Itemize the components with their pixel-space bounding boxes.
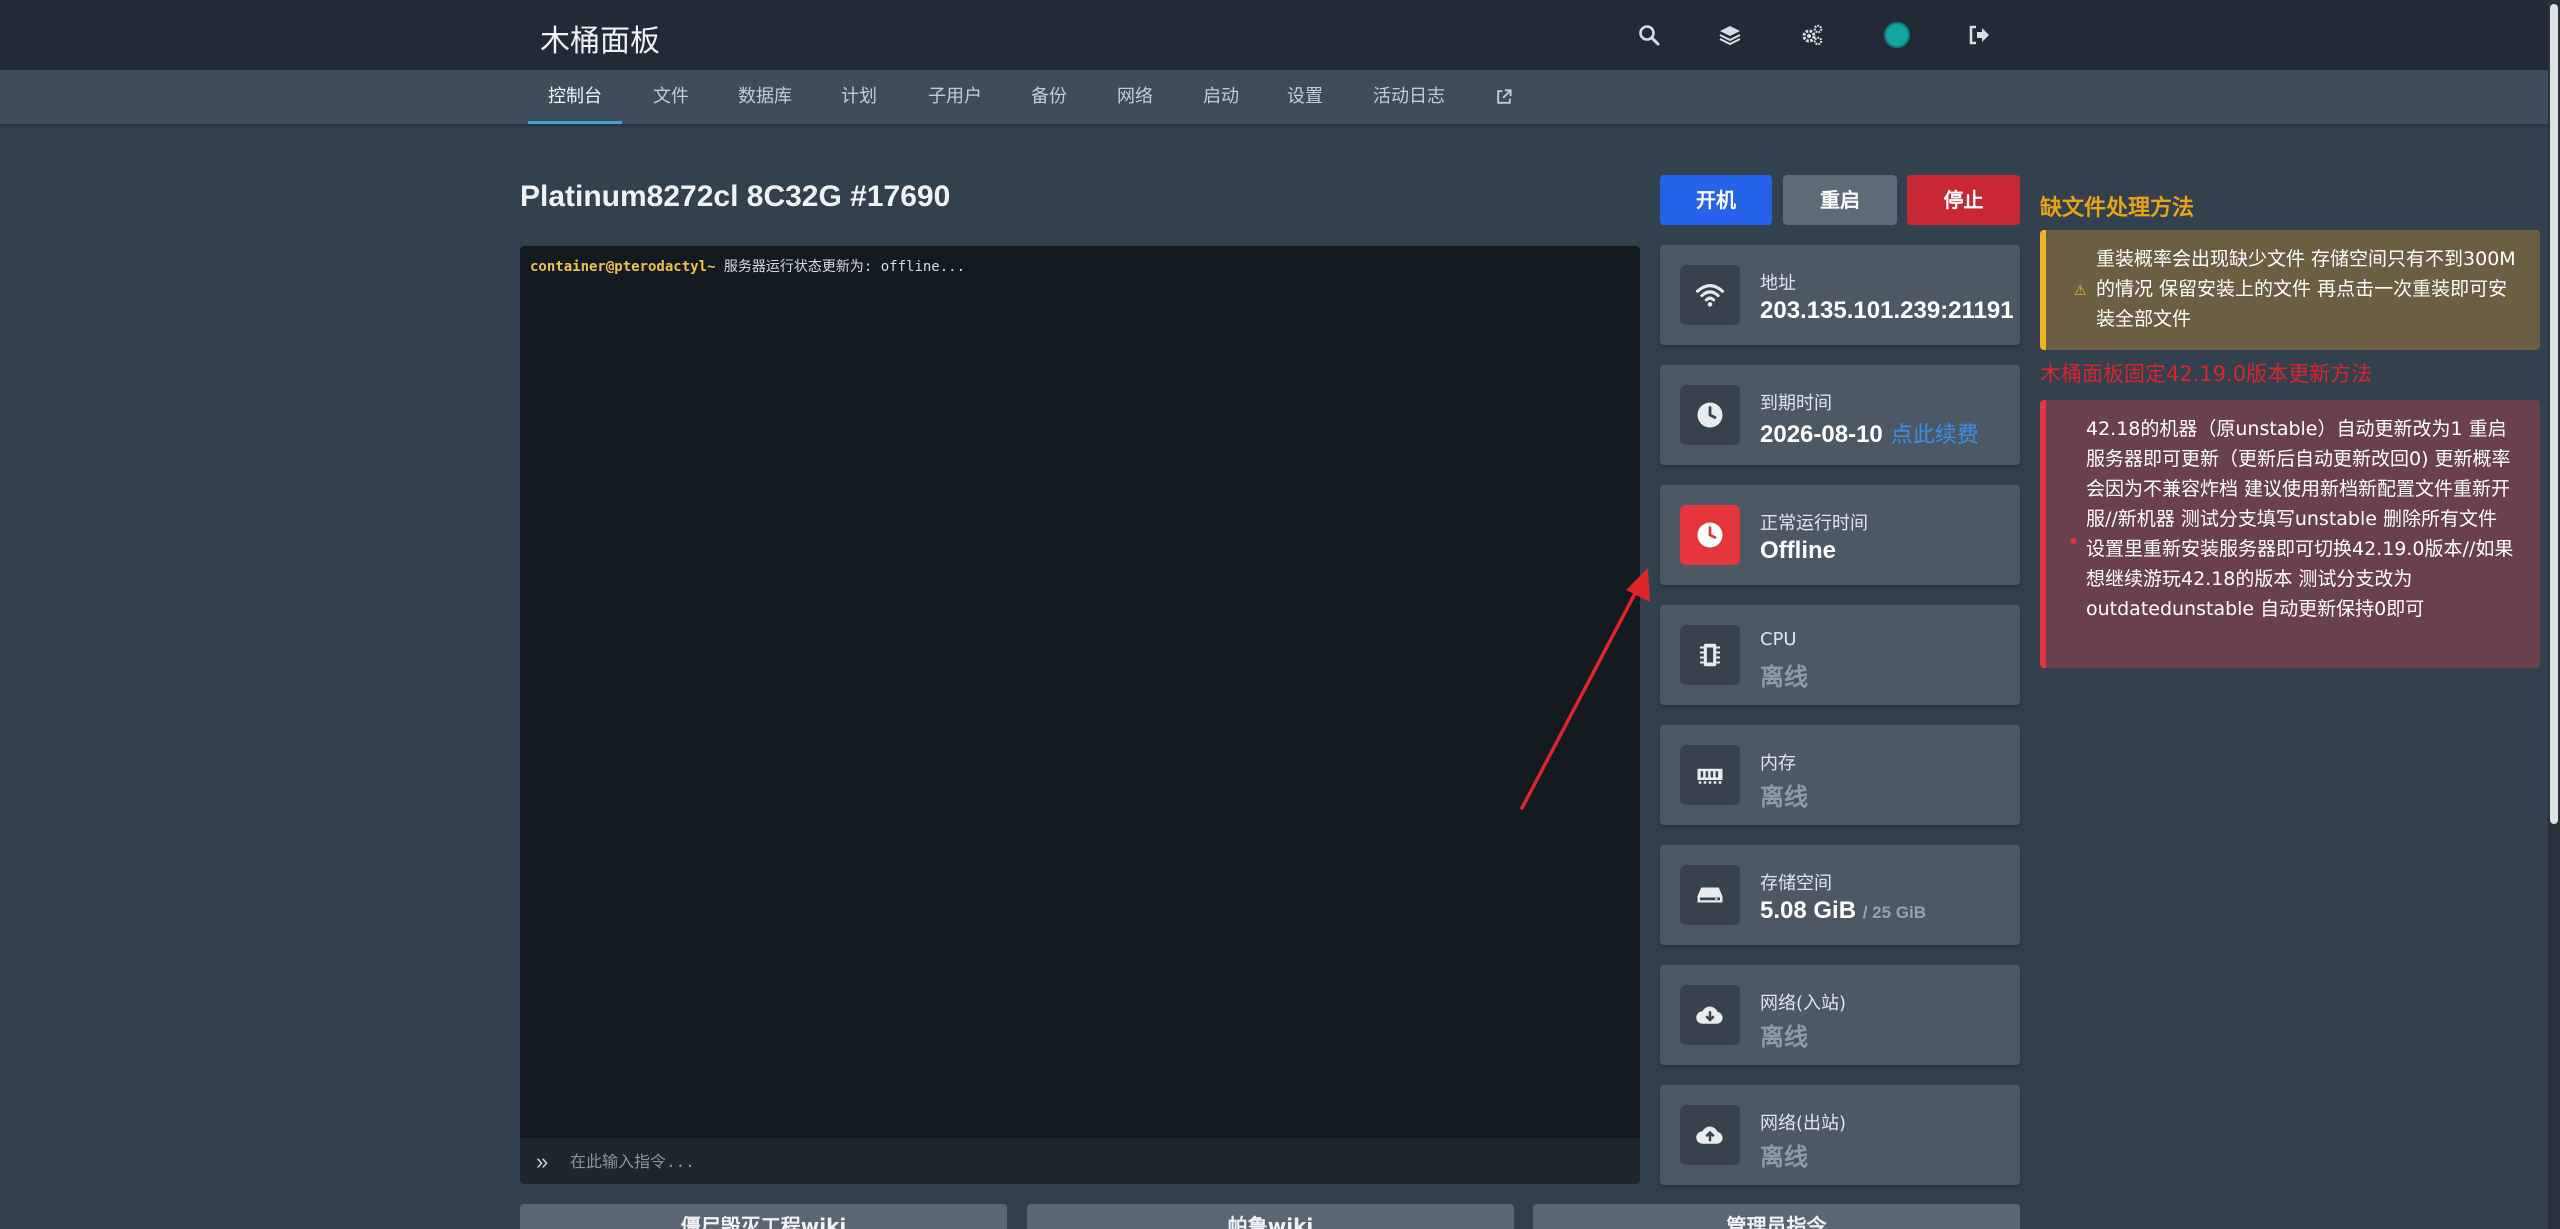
top-bar: 木桶面板 [0, 0, 2548, 70]
expiry-value-row: 2026-08-10 点此续费 [1760, 417, 1979, 449]
disk-value-row: 5.08 GiB / 25 GiB [1760, 897, 1926, 925]
expiry-card: 到期时间 2026-08-10 点此续费 [1660, 365, 2020, 465]
restart-button[interactable]: 重启 [1783, 175, 1897, 225]
clock-icon [1680, 505, 1740, 565]
cloud-download-icon [1680, 985, 1740, 1045]
cloud-upload-icon [1680, 1105, 1740, 1165]
wifi-icon [1680, 265, 1740, 325]
uptime-label: 正常运行时间 [1760, 513, 1868, 534]
external-link-icon[interactable] [1486, 70, 1522, 124]
memory-icon [1680, 745, 1740, 805]
update-method-text: 42.18的机器（原unstable）自动更新改为1 重启服务器即可更新（更新后… [2086, 418, 2514, 620]
tab-backups[interactable]: 备份 [1020, 70, 1078, 124]
tab-console[interactable]: 控制台 [528, 70, 622, 124]
renew-link[interactable]: 点此续费 [1891, 423, 1979, 448]
search-icon[interactable] [1634, 20, 1664, 50]
uptime-value: Offline [1760, 537, 1836, 564]
disk-card: 存储空间 5.08 GiB / 25 GiB [1660, 845, 2020, 945]
logout-icon[interactable] [1964, 20, 1994, 50]
warning-icon: ⚠ [2074, 283, 2087, 299]
console-output[interactable]: container@pterodactyl~ 服务器运行状态更新为: offli… [520, 246, 1640, 1184]
console-line: container@pterodactyl~ 服务器运行状态更新为: offli… [530, 256, 965, 276]
console-input-bar: » [520, 1138, 1640, 1184]
address-card[interactable]: 地址 203.135.101.239:21191 [1660, 245, 2020, 345]
tab-databases[interactable]: 数据库 [730, 70, 800, 124]
missing-files-text: 重装概率会出现缺少文件 存储空间只有不到300M的情况 保留安装上的文件 再点击… [2096, 248, 2516, 330]
net-in-label: 网络(入站) [1760, 993, 1847, 1014]
start-button[interactable]: 开机 [1660, 175, 1772, 225]
tab-files[interactable]: 文件 [640, 70, 702, 124]
uptime-card: 正常运行时间 Offline [1660, 485, 2020, 585]
missing-files-title: 缺文件处理方法 [2040, 196, 2195, 221]
address-value: 203.135.101.239:21191 [1760, 297, 2014, 324]
tab-settings[interactable]: 设置 [1276, 70, 1334, 124]
admin-commands-button[interactable]: 管理员指令 [1533, 1204, 2020, 1229]
cpu-label: CPU [1760, 629, 1797, 650]
memory-label: 内存 [1760, 753, 1796, 774]
console-command-input[interactable] [570, 1146, 1620, 1176]
net-out-label: 网络(出站) [1760, 1113, 1847, 1134]
cpu-card: CPU 离线 [1660, 605, 2020, 705]
tab-startup[interactable]: 启动 [1192, 70, 1250, 124]
server-title: Platinum8272cl 8C32G #17690 [520, 180, 951, 213]
brand-title[interactable]: 木桶面板 [540, 16, 660, 60]
net-out-value: 离线 [1760, 1143, 1808, 1171]
alert-dot-icon: ● [2070, 536, 2077, 545]
missing-files-note: ⚠ 重装概率会出现缺少文件 存储空间只有不到300M的情况 保留安装上的文件 再… [2040, 230, 2540, 350]
tab-activity-log[interactable]: 活动日志 [1364, 70, 1454, 124]
disk-used: 5.08 GiB [1760, 897, 1857, 924]
hdd-icon [1680, 865, 1740, 925]
update-method-title: 木桶面板固定42.19.0版本更新方法 [2040, 362, 2373, 386]
chevrons-right-icon: » [536, 1149, 549, 1174]
memory-value: 离线 [1760, 783, 1808, 811]
expiry-date: 2026-08-10 [1760, 421, 1883, 448]
disk-label: 存储空间 [1760, 873, 1832, 894]
scroll-thumb[interactable] [2550, 4, 2558, 824]
page-scrollbar[interactable] [2548, 0, 2560, 1229]
cogs-icon[interactable] [1797, 20, 1827, 50]
address-label: 地址 [1760, 273, 1796, 294]
net-in-value: 离线 [1760, 1023, 1808, 1051]
palworld-wiki-button[interactable]: 帕鲁wiki [1027, 1204, 1514, 1229]
console-prompt: container@pterodactyl~ [530, 259, 716, 275]
nav-bar: 控制台 文件 数据库 计划 子用户 备份 网络 启动 设置 活动日志 [0, 70, 2548, 124]
net-out-card: 网络(出站) 离线 [1660, 1085, 2020, 1185]
tab-subusers[interactable]: 子用户 [918, 70, 992, 124]
layers-icon[interactable] [1715, 20, 1745, 50]
pz-wiki-button[interactable]: 僵尸毁灭工程wiki [520, 1204, 1007, 1229]
console-message: 服务器运行状态更新为: offline... [715, 259, 966, 275]
cpu-icon [1680, 625, 1740, 685]
clock-icon [1680, 385, 1740, 445]
avatar[interactable] [1884, 22, 1910, 48]
tab-schedules[interactable]: 计划 [830, 70, 888, 124]
disk-limit: / 25 GiB [1862, 903, 1927, 922]
memory-card: 内存 离线 [1660, 725, 2020, 825]
cpu-value: 离线 [1760, 663, 1808, 691]
update-method-note: ● 42.18的机器（原unstable）自动更新改为1 重启服务器即可更新（更… [2040, 400, 2540, 668]
stop-button[interactable]: 停止 [1907, 175, 2020, 225]
expiry-label: 到期时间 [1760, 393, 1832, 414]
tab-network[interactable]: 网络 [1106, 70, 1164, 124]
net-in-card: 网络(入站) 离线 [1660, 965, 2020, 1065]
